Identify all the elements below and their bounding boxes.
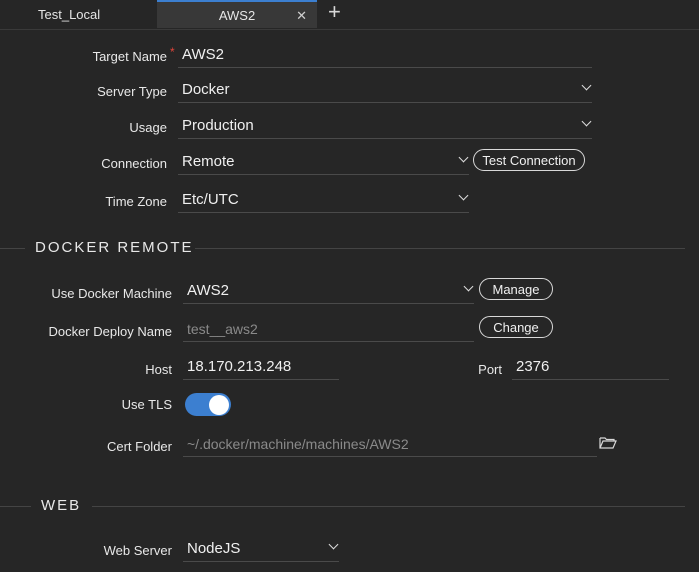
- connection-select[interactable]: Remote: [178, 151, 469, 175]
- docker-machine-select[interactable]: AWS2: [183, 280, 474, 304]
- chevron-down-icon: [581, 80, 592, 91]
- close-icon[interactable]: ✕: [296, 8, 307, 24]
- toggle-knob: [209, 394, 229, 415]
- section-divider: [92, 506, 685, 507]
- host-label: Host: [145, 362, 172, 377]
- cert-folder-label: Cert Folder: [106, 439, 172, 454]
- test-connection-button[interactable]: Test Connection: [473, 149, 585, 171]
- chevron-down-icon: [581, 116, 592, 127]
- manage-button[interactable]: Manage: [479, 278, 553, 300]
- time-zone-label: Time Zone: [105, 194, 167, 209]
- target-name-label: Target Name: [92, 49, 167, 64]
- web-title: WEB: [41, 497, 82, 514]
- use-tls-label: Use TLS: [121, 397, 172, 412]
- section-divider: [195, 248, 685, 249]
- server-type-select[interactable]: Docker: [178, 79, 592, 103]
- tab-aws2[interactable]: AWS2 ✕: [157, 0, 317, 28]
- use-tls-toggle[interactable]: [185, 393, 231, 416]
- tab-label: Test_Local: [38, 6, 101, 22]
- target-name-input[interactable]: AWS2: [178, 44, 592, 68]
- chevron-down-icon: [328, 539, 339, 550]
- section-divider: [0, 248, 25, 249]
- add-tab-icon[interactable]: +: [328, 1, 341, 23]
- tab-bar: Test_Local AWS2 ✕ +: [0, 0, 699, 30]
- tab-label: AWS2: [218, 7, 256, 23]
- server-type-label: Server Type: [97, 84, 167, 99]
- chevron-down-icon: [458, 152, 469, 163]
- web-server-select[interactable]: NodeJS: [183, 538, 339, 562]
- host-input[interactable]: 18.170.213.248: [183, 356, 339, 380]
- chevron-down-icon: [463, 281, 474, 292]
- cert-folder-input[interactable]: ~/.docker/machine/machines/AWS2: [183, 433, 597, 457]
- section-divider: [0, 506, 31, 507]
- time-zone-select[interactable]: Etc/UTC: [178, 189, 469, 213]
- folder-open-icon[interactable]: [599, 436, 617, 449]
- docker-machine-label: Use Docker Machine: [51, 286, 172, 301]
- port-label: Port: [478, 362, 502, 377]
- change-button[interactable]: Change: [479, 316, 553, 338]
- usage-select[interactable]: Production: [178, 115, 592, 139]
- tab-test-local[interactable]: Test_Local: [0, 0, 157, 28]
- docker-remote-title: DOCKER REMOTE: [35, 239, 194, 256]
- web-server-label: Web Server: [103, 543, 172, 558]
- deploy-name-input[interactable]: test__aws2: [183, 318, 474, 342]
- connection-label: Connection: [101, 156, 167, 171]
- chevron-down-icon: [458, 190, 469, 201]
- deploy-name-label: Docker Deploy Name: [48, 324, 172, 339]
- required-mark: *: [170, 45, 175, 59]
- usage-label: Usage: [129, 120, 167, 135]
- port-input[interactable]: 2376: [512, 356, 669, 380]
